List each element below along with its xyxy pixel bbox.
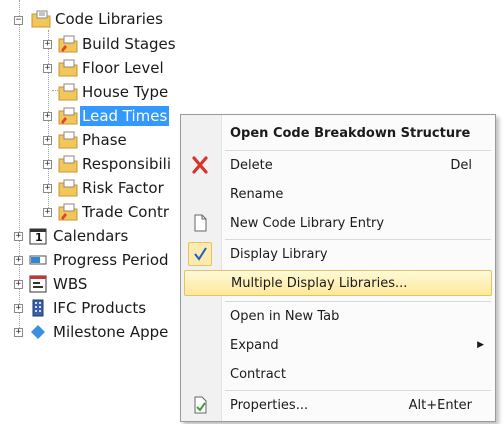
expand-toggle-icon[interactable]: + bbox=[14, 327, 23, 337]
tree-node-wbs[interactable]: + WBS bbox=[14, 273, 89, 295]
menu-item-delete[interactable]: Delete Del bbox=[184, 152, 492, 178]
menu-separator bbox=[225, 150, 491, 151]
menu-item-label: Open Code Breakdown Structure bbox=[230, 125, 471, 141]
diamond-icon bbox=[29, 323, 47, 341]
folder-icon bbox=[58, 179, 78, 197]
submenu-arrow-icon: ▶ bbox=[477, 340, 484, 350]
tree-node-trade-contractor[interactable]: + Trade Contr bbox=[43, 201, 171, 223]
tree-node-calendars[interactable]: + 1 Calendars bbox=[14, 225, 130, 247]
calendar-day-number: 1 bbox=[35, 231, 43, 244]
checkmark-icon bbox=[189, 244, 211, 264]
menu-item-label: Properties... bbox=[230, 397, 309, 413]
menu-item-label: Open in New Tab bbox=[230, 308, 340, 324]
tree-node-label: IFC Products bbox=[53, 299, 147, 317]
expand-toggle-icon[interactable]: + bbox=[43, 183, 52, 193]
tree-node-label: Risk Factor bbox=[82, 179, 164, 197]
menu-item-shortcut: Alt+Enter bbox=[408, 397, 472, 413]
folder-icon bbox=[31, 10, 51, 28]
menu-item-multiple-display-libraries[interactable]: Multiple Display Libraries... bbox=[184, 270, 492, 296]
tree-node-label: Trade Contr bbox=[82, 203, 170, 221]
menu-item-label: Multiple Display Libraries... bbox=[231, 275, 408, 291]
tree-node-label: Build Stages bbox=[82, 35, 176, 53]
menu-separator bbox=[225, 390, 491, 391]
menu-item-contract[interactable]: Contract bbox=[184, 361, 492, 387]
menu-item-label: Delete bbox=[230, 157, 273, 173]
menu-item-label: Expand bbox=[230, 337, 279, 353]
tree-node-risk-factor[interactable]: + Risk Factor bbox=[43, 177, 166, 199]
folder-icon bbox=[58, 131, 78, 149]
menu-item-new-code-library-entry[interactable]: New Code Library Entry bbox=[184, 210, 492, 236]
expand-toggle-icon[interactable]: + bbox=[43, 111, 52, 121]
progress-icon bbox=[29, 251, 47, 269]
tree-node-phase[interactable]: + Phase bbox=[43, 129, 129, 151]
tree-node-responsibility[interactable]: + Responsibili bbox=[43, 153, 173, 175]
folder-edit-icon bbox=[58, 203, 78, 221]
wbs-icon bbox=[29, 275, 47, 293]
folder-icon bbox=[58, 83, 78, 101]
expand-toggle-icon[interactable]: + bbox=[14, 231, 23, 241]
menu-item-rename[interactable]: Rename bbox=[184, 181, 492, 207]
menu-item-label: New Code Library Entry bbox=[230, 215, 385, 231]
tree-node-label: Lead Times bbox=[80, 106, 170, 126]
tree-node-milestone-appearance[interactable]: + Milestone Appe bbox=[14, 321, 170, 343]
tree-node-label: Floor Level bbox=[82, 59, 164, 77]
tree-node-label: Calendars bbox=[53, 227, 129, 245]
menu-item-label: Contract bbox=[230, 366, 286, 382]
delete-x-icon bbox=[189, 155, 211, 175]
tree-node-label: House Type bbox=[82, 83, 169, 101]
tree-node-floor-level[interactable]: + Floor Level bbox=[43, 57, 166, 79]
menu-item-properties[interactable]: Properties... Alt+Enter bbox=[184, 392, 492, 418]
tree-node-ifc-products[interactable]: + IFC Products bbox=[14, 297, 148, 319]
tree-node-label: Code Libraries bbox=[55, 10, 163, 28]
building-icon bbox=[29, 299, 47, 317]
tree-node-label: Phase bbox=[82, 131, 127, 149]
folder-edit-icon bbox=[58, 107, 78, 125]
expand-toggle-icon[interactable]: + bbox=[43, 159, 52, 169]
context-menu: Open Code Breakdown Structure Delete Del… bbox=[180, 114, 496, 422]
expand-toggle-icon[interactable]: + bbox=[14, 279, 23, 289]
tree-node-code-libraries[interactable]: − Code Libraries bbox=[14, 8, 165, 30]
folder-edit-icon bbox=[58, 35, 78, 53]
menu-item-display-library[interactable]: Display Library bbox=[184, 241, 492, 267]
tree-node-progress-periods[interactable]: + Progress Period bbox=[14, 249, 171, 271]
tree-node-label: Milestone Appe bbox=[53, 323, 169, 341]
menu-item-expand[interactable]: Expand ▶ bbox=[184, 332, 492, 358]
tree-node-lead-times[interactable]: + Lead Times bbox=[43, 105, 170, 127]
expand-toggle-icon[interactable]: + bbox=[43, 135, 52, 145]
tree-node-build-stages[interactable]: + Build Stages bbox=[43, 33, 178, 55]
expand-toggle-icon[interactable]: + bbox=[14, 303, 23, 313]
new-document-icon bbox=[189, 213, 211, 233]
expand-toggle-icon[interactable]: + bbox=[14, 255, 23, 265]
tree-node-label: Responsibili bbox=[82, 155, 172, 173]
menu-separator bbox=[225, 239, 491, 240]
expand-toggle-icon[interactable]: + bbox=[43, 207, 52, 217]
collapse-toggle-icon[interactable]: − bbox=[14, 15, 23, 25]
expand-toggle-icon[interactable]: + bbox=[43, 63, 52, 73]
menu-item-open-code-breakdown-structure[interactable]: Open Code Breakdown Structure bbox=[184, 120, 492, 146]
tree-node-label: Progress Period bbox=[53, 251, 169, 269]
properties-icon bbox=[189, 395, 211, 415]
folder-icon bbox=[58, 155, 78, 173]
folder-icon bbox=[58, 59, 78, 77]
tree-node-label: WBS bbox=[53, 275, 88, 293]
menu-item-label: Display Library bbox=[230, 246, 328, 262]
expand-toggle-icon[interactable]: + bbox=[43, 39, 52, 49]
calendar-icon: 1 bbox=[29, 227, 47, 245]
menu-item-open-in-new-tab[interactable]: Open in New Tab bbox=[184, 303, 492, 329]
menu-item-shortcut: Del bbox=[450, 157, 472, 173]
tree-node-house-type[interactable]: House Type bbox=[58, 81, 170, 103]
menu-separator bbox=[225, 301, 491, 302]
menu-item-label: Rename bbox=[230, 186, 284, 202]
